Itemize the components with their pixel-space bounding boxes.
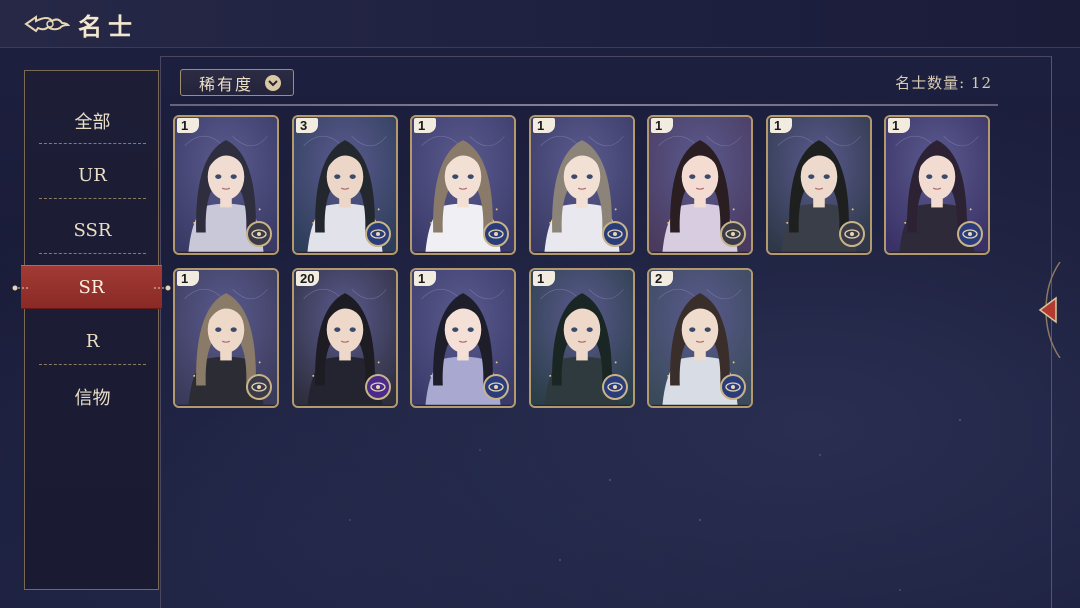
page-title: 名士 [78, 12, 138, 41]
side-expand-tab[interactable] [1036, 261, 1066, 359]
element-badge-icon [720, 221, 746, 247]
element-badge-icon [602, 221, 628, 247]
sidebar-item-tokens[interactable]: 信物 [25, 369, 160, 424]
character-card[interactable]: 1 [410, 268, 516, 408]
card-count-tag: 20 [296, 271, 320, 286]
card-count-tag: 3 [296, 118, 318, 133]
character-card[interactable]: 1 [766, 115, 872, 255]
card-count-tag: 1 [414, 271, 436, 286]
character-card[interactable]: 1 [884, 115, 990, 255]
card-count-tag: 1 [414, 118, 436, 133]
sidebar-divider [39, 253, 146, 254]
element-badge-icon [839, 221, 865, 247]
knot-ornament-icon [154, 285, 171, 291]
element-badge-icon [957, 221, 983, 247]
element-badge-icon [365, 374, 391, 400]
character-card[interactable]: 3 [292, 115, 398, 255]
card-count-tag: 1 [533, 271, 555, 286]
sidebar-item-all[interactable]: 全部 [25, 93, 160, 148]
back-button[interactable] [22, 10, 70, 38]
character-card[interactable]: 1 [173, 115, 279, 255]
header-divider [170, 104, 998, 106]
card-count-tag: 1 [888, 118, 910, 133]
cloud-back-icon [24, 15, 70, 33]
character-card[interactable]: 1 [410, 115, 516, 255]
character-card[interactable]: 1 [529, 268, 635, 408]
character-count: 名士数量: 12 [895, 74, 992, 92]
card-count-tag: 1 [177, 118, 199, 133]
rarity-sidebar: 全部 UR SSR SR R 信物 [12, 70, 171, 590]
card-count-tag: 1 [177, 271, 199, 286]
knot-ornament-icon [12, 285, 29, 291]
top-bar: 名士 [0, 0, 1080, 48]
sidebar-divider [39, 198, 146, 199]
sidebar-item-ur[interactable]: UR [25, 148, 160, 203]
sidebar-divider [39, 143, 146, 144]
element-badge-icon [602, 374, 628, 400]
rarity-filter-dropdown[interactable]: 稀有度 [180, 69, 294, 96]
card-count-tag: 1 [651, 118, 673, 133]
card-count-tag: 1 [770, 118, 792, 133]
element-badge-icon [720, 374, 746, 400]
card-count-tag: 2 [651, 271, 673, 286]
sidebar-item-r[interactable]: R [25, 314, 160, 369]
character-card[interactable]: 2 [647, 268, 753, 408]
element-badge-icon [483, 374, 509, 400]
sidebar-item-label: SR [78, 276, 105, 298]
card-count-tag: 1 [533, 118, 555, 133]
element-badge-icon [246, 374, 272, 400]
filter-label: 稀有度 [199, 74, 254, 94]
character-card[interactable]: 20 [292, 268, 398, 408]
chevron-down-icon [265, 74, 282, 91]
sidebar-item-sr[interactable]: SR [12, 265, 171, 309]
element-badge-icon [483, 221, 509, 247]
element-badge-icon [365, 221, 391, 247]
character-card[interactable]: 1 [647, 115, 753, 255]
character-card[interactable]: 1 [173, 268, 279, 408]
element-badge-icon [246, 221, 272, 247]
arrow-left-icon [1038, 261, 1061, 359]
sidebar-divider [39, 364, 146, 365]
sidebar-item-ssr[interactable]: SSR [25, 203, 160, 258]
character-card[interactable]: 1 [529, 115, 635, 255]
